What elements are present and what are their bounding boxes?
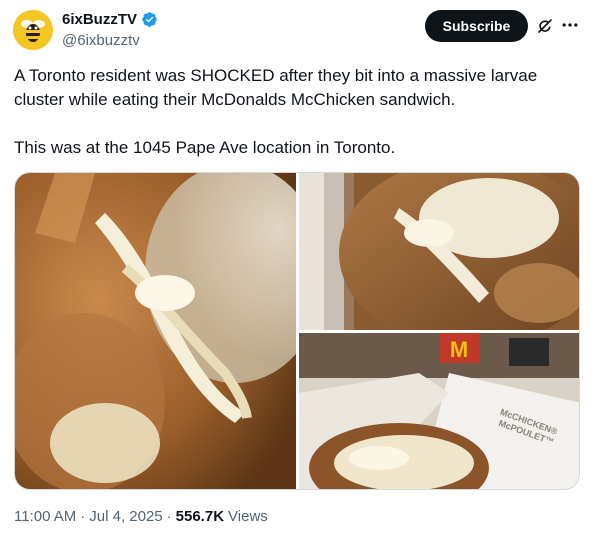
tweet-post: 6ixBuzzTV @6ixbuzztv Subscribe A Toronto… bbox=[0, 0, 592, 533]
meta-separator: · bbox=[166, 508, 172, 525]
media-image-closeup[interactable] bbox=[15, 173, 296, 489]
meta-separator: · bbox=[80, 508, 86, 525]
tweet-paragraph: This was at the 1045 Pape Ave location i… bbox=[14, 138, 396, 157]
bee-logo-icon bbox=[13, 10, 53, 50]
verified-badge-icon[interactable] bbox=[141, 11, 158, 28]
subscribe-button[interactable]: Subscribe bbox=[425, 10, 528, 42]
tweet-paragraph: A Toronto resident was SHOCKED after the… bbox=[14, 66, 538, 109]
tweet-meta: 11:00 AM · Jul 4, 2025 · 556.7K Views bbox=[14, 507, 268, 527]
display-name[interactable]: 6ixBuzzTV bbox=[62, 10, 137, 29]
tweet-date[interactable]: Jul 4, 2025 bbox=[89, 507, 162, 527]
svg-text:M: M bbox=[450, 337, 468, 362]
tweet-text: A Toronto resident was SHOCKED after the… bbox=[14, 64, 579, 160]
grok-icon[interactable] bbox=[536, 17, 554, 35]
views-label: Views bbox=[228, 508, 268, 525]
media-image-box-label[interactable]: M McCHICKEN® McPOULET™ bbox=[299, 333, 579, 489]
tweet-time[interactable]: 11:00 AM bbox=[14, 507, 76, 527]
more-horizontal-icon[interactable] bbox=[560, 15, 580, 35]
media-image-box[interactable] bbox=[299, 173, 579, 330]
account-handle[interactable]: @6ixbuzztv bbox=[62, 31, 140, 50]
views-count[interactable]: 556.7K bbox=[176, 507, 224, 527]
media-grid: M McCHICKEN® McPOULET™ bbox=[14, 172, 580, 490]
name-row: 6ixBuzzTV bbox=[62, 10, 158, 29]
avatar[interactable] bbox=[13, 10, 53, 50]
